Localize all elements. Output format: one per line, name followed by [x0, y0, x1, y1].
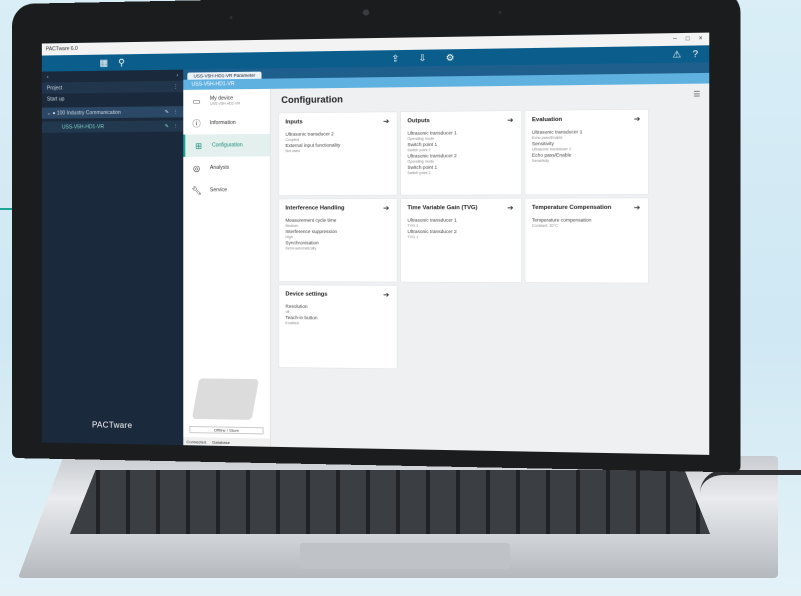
nav-item-service[interactable]: 🔧︎ Service [183, 179, 270, 202]
card-line: Sensitivity [531, 158, 550, 164]
card-title: Evaluation [531, 116, 563, 124]
card-line: TVG 1 [407, 235, 419, 240]
configuration-content: Configuration ☰ Inputs ➔ Ultrasonic transd… [270, 83, 710, 455]
close-button[interactable]: × [699, 36, 703, 42]
config-card[interactable]: Inputs ➔ Ultrasonic transducer 2 Coupled Ext… [279, 112, 397, 196]
sidebar-item-device[interactable]: USS-V5H-HD1-VR ✎ ⋮ [41, 120, 184, 133]
analysis-icon: ◎ [192, 163, 201, 173]
sidebar-item-label: 100 Industry Communication [56, 109, 121, 117]
help-icon[interactable]: ? [692, 48, 698, 60]
menu-icon[interactable]: ☰ [693, 90, 700, 98]
sidebar-item-communication[interactable]: ⌄ ● 100 Industry Communication ✎ ⋮ [41, 106, 184, 119]
arrow-right-icon[interactable]: ➔ [507, 116, 513, 124]
nav-item-label: Information [209, 119, 236, 127]
card-title: Interference Handling [285, 205, 345, 212]
device-nav: ▭ My device USS-V5H-HD1-VR ⓘ Information… [183, 88, 271, 447]
config-card[interactable]: Interference Handling ➔ Measurement cycle … [279, 198, 397, 282]
device-catalog-icon[interactable]: ▦ [99, 57, 108, 68]
device-image [191, 378, 259, 420]
config-card[interactable]: Time Variable Gain (TVG) ➔ Ultrasonic tran… [401, 198, 522, 283]
card-title: Outputs [407, 118, 430, 125]
trackpad [300, 543, 510, 569]
card-title: Temperature Compensation [531, 204, 612, 212]
config-card[interactable]: Device settings ➔ Resolution off Teach-in bu… [279, 285, 397, 369]
card-line: Enabled [285, 321, 299, 326]
page-title: Configuration [281, 94, 343, 106]
sensor [498, 10, 502, 15]
sidebar-item-label: USS-V5H-HD1-VR [61, 123, 105, 131]
edit-icon[interactable]: ✎ [165, 123, 169, 129]
device-caption: Offline / Store [189, 425, 264, 435]
more-icon[interactable]: ⋮ [173, 109, 178, 115]
nav-item-analysis[interactable]: ◎ Analysis [183, 156, 270, 179]
card-line: Not used [285, 148, 301, 154]
camera [362, 9, 370, 16]
status-bar: Connected Database [183, 437, 270, 447]
more-icon[interactable]: ⋮ [173, 83, 178, 89]
app-area: ‹ › Project ⋮ Start up ⌄ ● 100 Industry Co… [41, 62, 710, 455]
minimize-button[interactable]: – [673, 36, 677, 42]
project-sidebar: ‹ › Project ⋮ Start up ⌄ ● 100 Industry Co… [41, 69, 184, 446]
sidebar-title: Project [46, 84, 63, 92]
edit-icon[interactable]: ✎ [165, 109, 169, 115]
arrow-right-icon[interactable]: ➔ [634, 115, 640, 123]
status-connected: Connected [186, 438, 207, 445]
laptop-lid: PACTware 6.0 – □ × ▦ ⚲ ⇪ ⇩ ⚙ ⚠ ? ‹ › Pro… [12, 0, 741, 473]
card-title: Time Variable Gain (TVG) [407, 204, 478, 212]
screen: PACTware 6.0 – □ × ▦ ⚲ ⇪ ⇩ ⚙ ⚠ ? ‹ › Pro… [41, 32, 710, 455]
nav-item-configuration[interactable]: ⊞ Configuration [183, 133, 270, 157]
arrow-right-icon[interactable]: ➔ [634, 204, 640, 212]
card-title: Inputs [285, 119, 303, 126]
device-model: USS-V5H-HD1-VR [209, 100, 241, 106]
arrow-right-icon[interactable]: ➔ [383, 117, 389, 125]
chevron-left-icon[interactable]: ‹ [47, 74, 49, 80]
nav-item-information[interactable]: ⓘ Information [183, 111, 270, 134]
card-title: Device settings [285, 291, 328, 298]
arrow-right-icon[interactable]: ➔ [383, 291, 389, 299]
card-line: Switch point 2 [407, 170, 431, 176]
status-database: Database [212, 439, 230, 445]
main-panel: USS-V5H-HD1-VR Parameter USS-V5H-HD1-VR … [183, 62, 710, 455]
config-icon: ⊞ [195, 141, 203, 151]
nav-item-label: Service [209, 187, 228, 194]
expand-icon[interactable]: ⌄ ● [47, 110, 56, 116]
wrench-icon: 🔧︎ [191, 185, 202, 195]
device-bar-label: USS-V5H-HD1-VR [191, 81, 235, 88]
card-line: Semi-automatically [285, 246, 317, 251]
sidebar-subheader: Start up [46, 95, 65, 103]
maximize-button[interactable]: □ [686, 36, 690, 42]
device-icon: ▭ [192, 96, 201, 106]
upload-icon[interactable]: ⇪ [391, 53, 399, 64]
chevron-right-icon[interactable]: › [176, 72, 178, 78]
config-card[interactable]: Outputs ➔ Ultrasonic transducer 1 Operating… [401, 110, 522, 195]
arrow-right-icon[interactable]: ➔ [383, 204, 389, 212]
sensor [229, 15, 233, 20]
card-grid: Inputs ➔ Ultrasonic transducer 2 Coupled Ext… [279, 109, 700, 372]
cable [700, 470, 801, 493]
brand-logo: PACTware [91, 420, 133, 431]
card-line: Constant: 20°C [531, 223, 558, 228]
window-title: PACTware 6.0 [45, 45, 78, 53]
arrow-right-icon[interactable]: ➔ [507, 204, 513, 212]
search-icon[interactable]: ⚲ [118, 57, 125, 68]
warning-icon[interactable]: ⚠ [672, 48, 681, 60]
settings-icon[interactable]: ⚙ [446, 52, 455, 64]
nav-device-home[interactable]: ▭ My device USS-V5H-HD1-VR [183, 89, 270, 112]
config-card[interactable]: Temperature Compensation ➔ Temperature com… [525, 198, 649, 283]
keyboard [70, 470, 710, 534]
dtm-body: ▭ My device USS-V5H-HD1-VR ⓘ Information… [183, 83, 710, 455]
config-card[interactable]: Evaluation ➔ Ultrasonic transducer 1 Echo p… [525, 109, 649, 195]
download-icon[interactable]: ⇩ [418, 52, 426, 64]
nav-item-label: Configuration [211, 142, 243, 149]
more-icon[interactable]: ⋮ [173, 123, 178, 129]
info-icon: ⓘ [192, 118, 201, 128]
nav-item-label: Analysis [209, 164, 230, 171]
